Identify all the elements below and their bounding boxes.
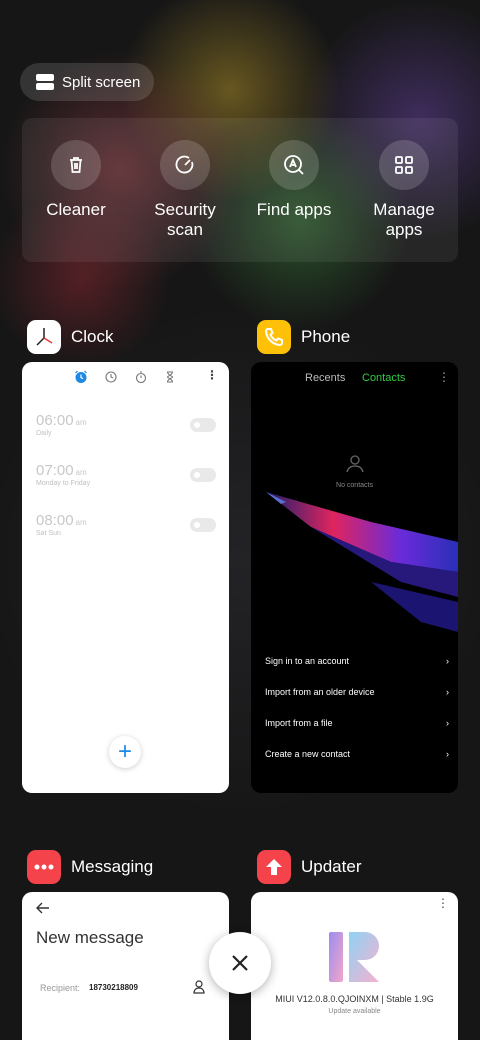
updater-app-icon <box>257 850 291 884</box>
phone-app-header[interactable]: Phone <box>257 320 350 354</box>
chevron-right-icon: › <box>446 718 449 728</box>
security-scan-label: Security scan <box>154 200 216 239</box>
miui-12-logo <box>329 932 379 982</box>
alarm-toggle[interactable] <box>190 518 216 532</box>
trash-icon <box>51 140 101 190</box>
split-screen-button[interactable]: Split screen <box>20 63 154 101</box>
create-contact-item[interactable]: Create a new contact › <box>265 749 449 759</box>
version-text: MIUI V12.0.8.0.QJOINXM | Stable 1.9G <box>275 994 434 1004</box>
phone-app-card[interactable]: Recents Contacts ⋮ No contacts Sign in t… <box>251 362 458 793</box>
cleaner-button[interactable]: Cleaner <box>26 140 126 220</box>
messaging-app-header[interactable]: Messaging <box>27 850 153 884</box>
split-screen-icon <box>36 74 54 90</box>
alarm-tab-icon[interactable] <box>74 370 88 384</box>
add-contact-icon[interactable] <box>193 980 205 994</box>
world-clock-tab-icon[interactable] <box>105 371 117 383</box>
clock-app-icon <box>27 320 61 354</box>
messaging-app-card[interactable]: New message Recipient: 18730218809 <box>22 892 229 1040</box>
more-options-icon[interactable]: ⋮ <box>206 368 218 382</box>
more-options-icon[interactable]: ⋮ <box>438 370 450 384</box>
more-options-icon[interactable]: ⋮ <box>437 896 449 910</box>
menu-item-label: Create a new contact <box>265 749 351 759</box>
find-apps-icon <box>269 140 319 190</box>
alarm-row[interactable]: 06:00 am Daily <box>36 412 216 442</box>
find-apps-label: Find apps <box>256 200 332 219</box>
clear-all-button[interactable] <box>209 932 271 994</box>
clock-app-header[interactable]: Clock <box>27 320 114 354</box>
manage-apps-label: Manage apps <box>373 200 435 239</box>
phone-app-name: Phone <box>301 327 351 346</box>
security-scan-button[interactable]: Security scan <box>135 140 235 240</box>
alarm-row[interactable]: 08:00 am Sat Sun <box>36 512 216 542</box>
updater-app-card[interactable]: ⋮ MIUI V12.0.8.0.QJOINXM | Stable 1.9G U… <box>251 892 458 1040</box>
clock-app-card[interactable]: ⋮ 06:00 am Daily 07:00 am Monday to Friday… <box>22 362 229 793</box>
tab-recents[interactable]: Recents <box>305 372 345 384</box>
new-message-title: New message <box>36 928 144 947</box>
messaging-app-icon <box>27 850 61 884</box>
add-alarm-button[interactable]: + <box>109 736 141 768</box>
clock-app-name: Clock <box>71 327 114 346</box>
close-icon <box>232 955 248 971</box>
clock-tabs: ⋮ <box>22 368 229 386</box>
alarm-toggle[interactable] <box>190 468 216 482</box>
recipient-label: Recipient: <box>40 983 81 993</box>
alarm-time: 06:00 am <box>36 412 87 429</box>
sign-in-account-item[interactable]: Sign in to an account › <box>265 656 449 666</box>
quick-actions-panel: Cleaner Security scan Find apps Manage a… <box>22 118 458 262</box>
import-older-device-item[interactable]: Import from an older device › <box>265 687 449 697</box>
chevron-right-icon: › <box>446 749 449 759</box>
stopwatch-tab-icon[interactable] <box>135 371 147 383</box>
chevron-right-icon: › <box>446 687 449 697</box>
menu-item-label: Import from an older device <box>265 687 375 697</box>
alarm-repeat: Sat Sun <box>36 530 61 537</box>
split-screen-label: Split screen <box>62 73 141 91</box>
updater-app-name: Updater <box>301 857 362 876</box>
alarm-repeat: Monday to Friday <box>36 480 91 487</box>
tab-contacts[interactable]: Contacts <box>362 372 405 384</box>
update-status-text: Update available <box>328 1008 381 1015</box>
security-scan-icon <box>160 140 210 190</box>
person-icon <box>346 455 364 473</box>
manage-apps-button[interactable]: Manage apps <box>354 140 454 240</box>
import-file-item[interactable]: Import from a file › <box>265 718 449 728</box>
back-arrow-icon[interactable] <box>36 902 50 914</box>
grid-icon <box>379 140 429 190</box>
find-apps-button[interactable]: Find apps <box>244 140 344 220</box>
cleaner-label: Cleaner <box>46 200 106 219</box>
alarm-time: 08:00 am <box>36 512 87 529</box>
wing-illustration <box>266 492 458 632</box>
menu-item-label: Import from a file <box>265 718 333 728</box>
menu-item-label: Sign in to an account <box>265 656 350 666</box>
alarm-row[interactable]: 07:00 am Monday to Friday <box>36 462 216 492</box>
recipient-value[interactable]: 18730218809 <box>89 983 138 992</box>
alarm-toggle[interactable] <box>190 418 216 432</box>
alarm-time: 07:00 am <box>36 462 87 479</box>
alarm-repeat: Daily <box>36 430 52 437</box>
chevron-right-icon: › <box>446 656 449 666</box>
updater-app-header[interactable]: Updater <box>257 850 361 884</box>
timer-tab-icon[interactable] <box>164 371 176 383</box>
messaging-app-name: Messaging <box>71 857 154 876</box>
phone-app-icon <box>257 320 291 354</box>
